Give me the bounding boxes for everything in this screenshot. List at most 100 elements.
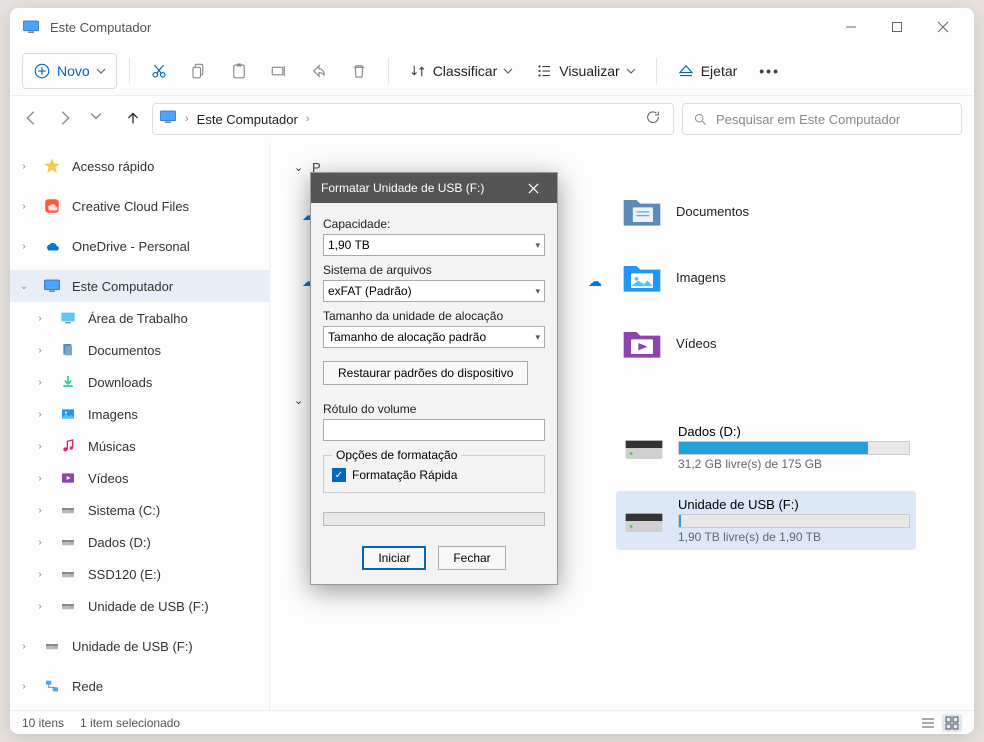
large-icons-view-button[interactable] — [942, 714, 962, 732]
address-location: Este Computador — [197, 112, 298, 127]
forward-button[interactable] — [56, 109, 76, 129]
status-item-count: 10 itens — [22, 716, 64, 730]
usb-drive-icon — [622, 499, 666, 543]
start-button[interactable]: Iniciar — [362, 546, 426, 570]
explorer-window: Este Computador Novo Classificar Visuali… — [10, 8, 974, 734]
sidebar-item-music[interactable]: ›Músicas — [10, 430, 269, 462]
sidebar-item-network[interactable]: ›Rede — [10, 670, 269, 702]
drive-d[interactable]: Dados (D:) 31,2 GB livre(s) de 175 GB — [616, 418, 916, 477]
allocation-select[interactable]: Tamanho de alocação padrão▾ — [323, 326, 545, 348]
maximize-button[interactable] — [874, 8, 920, 46]
drive-name: Dados (D:) — [678, 424, 910, 439]
drive-icon — [622, 426, 666, 470]
volume-label-label: Rótulo do volume — [323, 402, 545, 416]
drive-icon — [58, 532, 78, 552]
folder-videos[interactable]: Vídeos — [616, 317, 826, 369]
sidebar-item-d-drive[interactable]: ›Dados (D:) — [10, 526, 269, 558]
toolbar: Novo Classificar Visualizar Ejetar ••• — [10, 46, 974, 96]
up-button[interactable] — [124, 109, 144, 129]
delete-button[interactable] — [342, 53, 376, 89]
separator — [388, 58, 389, 84]
folder-documents[interactable]: Documentos — [616, 185, 826, 237]
rename-button[interactable] — [262, 53, 296, 89]
format-progress-bar — [323, 512, 545, 526]
drive-free-text: 1,90 TB livre(s) de 1,90 TB — [678, 530, 910, 544]
sidebar-item-this-pc[interactable]: ⌄Este Computador — [10, 270, 269, 302]
star-icon — [42, 156, 62, 176]
network-icon — [42, 676, 62, 696]
this-pc-icon — [22, 18, 40, 36]
minimize-button[interactable] — [828, 8, 874, 46]
details-view-button[interactable] — [918, 714, 938, 732]
drive-icon — [58, 564, 78, 584]
usb-drive-icon — [42, 636, 62, 656]
eject-button[interactable]: Ejetar — [669, 53, 746, 89]
navigation-pane: ›Acesso rápido ›Creative Cloud Files ›On… — [10, 142, 270, 710]
documents-folder-icon — [620, 189, 664, 233]
back-button[interactable] — [22, 109, 42, 129]
sidebar-item-pictures[interactable]: ›Imagens — [10, 398, 269, 430]
chevron-icon: › — [185, 113, 189, 125]
view-label: Visualizar — [559, 63, 619, 79]
titlebar: Este Computador — [10, 8, 974, 46]
videos-icon — [58, 468, 78, 488]
share-button[interactable] — [302, 53, 336, 89]
allocation-label: Tamanho da unidade de alocação — [323, 309, 545, 323]
drive-f[interactable]: Unidade de USB (F:) 1,90 TB livre(s) de … — [616, 491, 916, 550]
sidebar-item-videos[interactable]: ›Vídeos — [10, 462, 269, 494]
drive-capacity-bar — [678, 514, 910, 528]
checkbox-checked-icon: ✓ — [332, 468, 346, 482]
window-title: Este Computador — [50, 20, 828, 35]
new-button[interactable]: Novo — [22, 53, 117, 89]
paste-button[interactable] — [222, 53, 256, 89]
chevron-icon: › — [306, 113, 310, 125]
pictures-icon — [58, 404, 78, 424]
format-options-group: Opções de formatação ✓ Formatação Rápida — [323, 448, 545, 493]
quick-format-checkbox[interactable]: ✓ Formatação Rápida — [332, 468, 536, 482]
dialog-close-button[interactable] — [519, 174, 547, 202]
recent-button[interactable] — [90, 109, 110, 129]
sidebar-item-downloads[interactable]: ›Downloads — [10, 366, 269, 398]
sidebar-item-creative-cloud[interactable]: ›Creative Cloud Files — [10, 190, 269, 222]
address-bar[interactable]: › Este Computador › — [152, 103, 674, 135]
dialog-title: Formatar Unidade de USB (F:) — [321, 181, 484, 195]
sidebar-item-c-drive[interactable]: ›Sistema (C:) — [10, 494, 269, 526]
close-dialog-button[interactable]: Fechar — [438, 546, 505, 570]
capacity-select[interactable]: 1,90 TB▾ — [323, 234, 545, 256]
sidebar-item-onedrive[interactable]: ›OneDrive - Personal — [10, 230, 269, 262]
usb-drive-icon — [58, 596, 78, 616]
cut-button[interactable] — [142, 53, 176, 89]
copy-button[interactable] — [182, 53, 216, 89]
sidebar-item-e-drive[interactable]: ›SSD120 (E:) — [10, 558, 269, 590]
separator — [656, 58, 657, 84]
drive-free-text: 31,2 GB livre(s) de 175 GB — [678, 457, 910, 471]
folder-pictures[interactable]: Imagens — [616, 251, 826, 303]
close-button[interactable] — [920, 8, 966, 46]
sidebar-item-documents[interactable]: ›Documentos — [10, 334, 269, 366]
dialog-titlebar[interactable]: Formatar Unidade de USB (F:) — [311, 173, 557, 203]
sort-button[interactable]: Classificar — [401, 53, 522, 89]
this-pc-icon — [42, 276, 62, 296]
onedrive-icon — [42, 236, 62, 256]
restore-defaults-button[interactable]: Restaurar padrões do dispositivo — [323, 361, 528, 385]
capacity-label: Capacidade: — [323, 217, 545, 231]
music-icon — [58, 436, 78, 456]
filesystem-select[interactable]: exFAT (Padrão)▾ — [323, 280, 545, 302]
sidebar-item-quick-access[interactable]: ›Acesso rápido — [10, 150, 269, 182]
view-button[interactable]: Visualizar — [527, 53, 643, 89]
search-placeholder: Pesquisar em Este Computador — [716, 112, 900, 127]
refresh-button[interactable] — [639, 109, 667, 130]
cloud-status-icon: ☁ — [588, 273, 602, 290]
sidebar-item-f-drive-root[interactable]: ›Unidade de USB (F:) — [10, 630, 269, 662]
status-selected-count: 1 item selecionado — [80, 716, 180, 730]
drive-capacity-bar — [678, 441, 910, 455]
view-mode-toggle — [918, 714, 962, 732]
desktop-icon — [58, 308, 78, 328]
sidebar-item-f-drive[interactable]: ›Unidade de USB (F:) — [10, 590, 269, 622]
more-button[interactable]: ••• — [751, 53, 788, 89]
search-input[interactable]: Pesquisar em Este Computador — [682, 103, 962, 135]
format-dialog: Formatar Unidade de USB (F:) Capacidade:… — [310, 172, 558, 585]
drive-name: Unidade de USB (F:) — [678, 497, 910, 512]
sidebar-item-desktop[interactable]: ›Área de Trabalho — [10, 302, 269, 334]
volume-label-input[interactable] — [323, 419, 545, 441]
